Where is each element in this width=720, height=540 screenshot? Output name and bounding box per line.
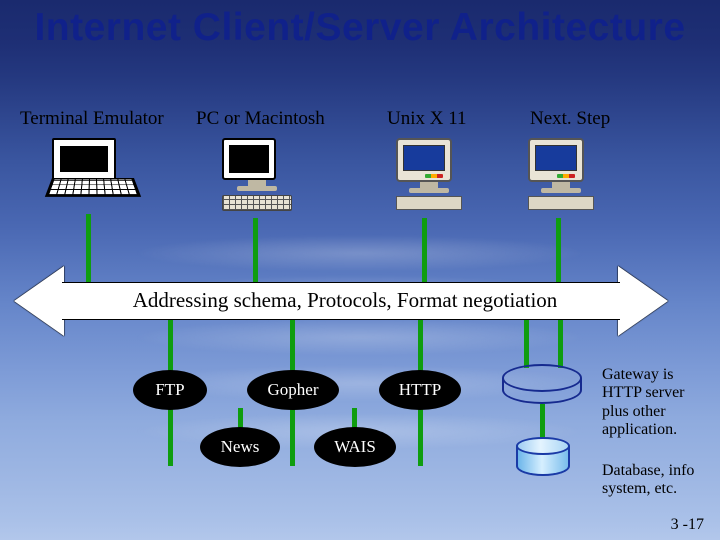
- client-label-unix: Unix X 11: [387, 108, 467, 130]
- connector-line: [168, 320, 173, 372]
- client-row: Terminal Emulator PC or Macintosh Unix X…: [0, 108, 720, 228]
- middle-layer-label: Addressing schema, Protocols, Format neg…: [80, 288, 610, 313]
- protocol-wais: WAIS: [314, 427, 396, 467]
- connector-line: [524, 320, 529, 368]
- database-note: Database, info system, etc.: [602, 462, 714, 499]
- database-icon: [516, 437, 570, 455]
- slide-number: 3 -17: [671, 516, 704, 534]
- slide-title: Internet Client/Server Architecture: [0, 6, 720, 50]
- connector-line: [290, 408, 295, 466]
- connector-line: [422, 218, 427, 282]
- client-label-nextstep: Next. Step: [530, 108, 610, 130]
- connector-line: [168, 408, 173, 466]
- protocol-gopher: Gopher: [247, 370, 339, 410]
- client-label-terminal: Terminal Emulator: [20, 108, 164, 130]
- connector-line: [290, 320, 295, 372]
- connector-line: [418, 320, 423, 372]
- connector-line: [558, 320, 563, 368]
- connector-line: [540, 404, 545, 440]
- gateway-icon: [502, 364, 582, 392]
- nextstep-icon: [528, 138, 594, 210]
- protocol-http: HTTP: [379, 370, 461, 410]
- connector-line: [253, 218, 258, 282]
- protocol-news: News: [200, 427, 280, 467]
- pc-macintosh-icon: [222, 138, 292, 211]
- connector-line: [418, 408, 423, 466]
- gateway-note: Gateway is HTTP server plus other applic…: [602, 366, 714, 440]
- protocol-ftp: FTP: [133, 370, 207, 410]
- connector-line: [86, 214, 91, 282]
- arrow-head-right-icon: [618, 266, 668, 336]
- unix-x11-icon: [396, 138, 462, 210]
- connector-line: [556, 218, 561, 282]
- client-label-pc: PC or Macintosh: [196, 108, 325, 130]
- arrow-head-left-icon: [14, 266, 64, 336]
- terminal-emulator-icon: [52, 138, 134, 202]
